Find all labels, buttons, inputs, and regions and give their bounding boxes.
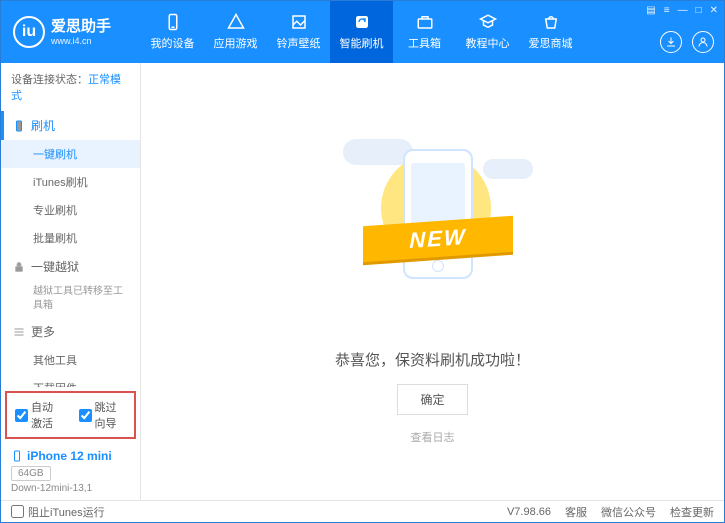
download-icon bbox=[665, 36, 677, 48]
nav-apps[interactable]: 应用游戏 bbox=[204, 1, 267, 63]
account-button[interactable] bbox=[692, 31, 714, 53]
store-icon bbox=[541, 13, 561, 31]
nav-store[interactable]: 爱思商城 bbox=[519, 1, 582, 63]
minimize-button[interactable]: — bbox=[678, 5, 688, 16]
app-title: 爱思助手 bbox=[51, 18, 111, 36]
device-storage-badge: 64GB bbox=[11, 466, 51, 481]
tutorial-icon bbox=[478, 13, 498, 31]
nav-ringtone[interactable]: 铃声壁纸 bbox=[267, 1, 330, 63]
customer-service-link[interactable]: 客服 bbox=[565, 504, 587, 520]
success-message: 恭喜您，保资料刷机成功啦！ bbox=[335, 349, 530, 370]
logo-area: iu 爱思助手 www.i4.cn bbox=[1, 16, 141, 48]
wallpaper-icon bbox=[289, 13, 309, 31]
phone-icon bbox=[13, 120, 25, 132]
flash-icon bbox=[352, 13, 372, 31]
nav-toolbox[interactable]: 工具箱 bbox=[393, 1, 456, 63]
nav-tutorial[interactable]: 教程中心 bbox=[456, 1, 519, 63]
toolbox-icon bbox=[415, 13, 435, 31]
close-button[interactable]: ✕ bbox=[710, 5, 718, 16]
lock-icon bbox=[13, 261, 25, 273]
sidebar-options-box: 自动激活 跳过向导 bbox=[5, 391, 136, 439]
version-label: V7.98.66 bbox=[507, 506, 551, 518]
sidebar: 设备连接状态：正常模式 刷机 一键刷机 iTunes刷机 专业刷机 批量刷机 一… bbox=[1, 63, 141, 500]
sidebar-item-download-firmware[interactable]: 下载固件 bbox=[1, 374, 140, 387]
success-illustration: NEW bbox=[333, 129, 533, 309]
phone-illustration-icon bbox=[403, 149, 473, 279]
sidebar-item-pro-flash[interactable]: 专业刷机 bbox=[1, 196, 140, 224]
pin-button[interactable]: ▤ bbox=[646, 5, 655, 16]
apps-icon bbox=[226, 13, 246, 31]
connection-status: 设备连接状态：正常模式 bbox=[1, 63, 140, 111]
block-itunes-checkbox[interactable]: 阻止iTunes运行 bbox=[11, 504, 105, 520]
maximize-button[interactable]: □ bbox=[696, 5, 702, 16]
main-content: NEW 恭喜您，保资料刷机成功啦！ 确定 查看日志 bbox=[141, 63, 724, 500]
logo-icon: iu bbox=[13, 16, 45, 48]
sidebar-group-more[interactable]: 更多 bbox=[1, 317, 140, 346]
nav-my-device[interactable]: 我的设备 bbox=[141, 1, 204, 63]
skin-button[interactable]: ≡ bbox=[664, 5, 670, 16]
check-update-link[interactable]: 检查更新 bbox=[670, 504, 714, 520]
nav-flash[interactable]: 智能刷机 bbox=[330, 1, 393, 63]
sidebar-item-other-tools[interactable]: 其他工具 bbox=[1, 346, 140, 374]
wechat-link[interactable]: 微信公众号 bbox=[601, 504, 656, 520]
window-controls: ▤ ≡ — □ ✕ bbox=[646, 5, 718, 16]
sidebar-group-flash[interactable]: 刷机 bbox=[1, 111, 140, 140]
app-header: iu 爱思助手 www.i4.cn 我的设备 应用游戏 铃声壁纸 智能刷机 工具… bbox=[1, 1, 724, 63]
device-detail: Down-12mini-13,1 bbox=[11, 483, 130, 494]
auto-activate-checkbox[interactable]: 自动激活 bbox=[15, 399, 63, 431]
app-url: www.i4.cn bbox=[51, 36, 111, 47]
main-nav: 我的设备 应用游戏 铃声壁纸 智能刷机 工具箱 教程中心 爱思商城 bbox=[141, 1, 582, 63]
status-bar: 阻止iTunes运行 V7.98.66 客服 微信公众号 检查更新 bbox=[1, 500, 724, 522]
user-icon bbox=[697, 36, 709, 48]
device-phone-icon bbox=[11, 449, 23, 463]
more-icon bbox=[13, 326, 25, 338]
device-info[interactable]: iPhone 12 mini 64GB Down-12mini-13,1 bbox=[1, 443, 140, 500]
sidebar-item-onekey-flash[interactable]: 一键刷机 bbox=[1, 140, 140, 168]
skip-guide-checkbox[interactable]: 跳过向导 bbox=[79, 399, 127, 431]
ok-button[interactable]: 确定 bbox=[397, 384, 467, 415]
sidebar-jailbreak-note: 越狱工具已转移至工具箱 bbox=[1, 281, 140, 317]
view-log-link[interactable]: 查看日志 bbox=[411, 429, 455, 445]
download-button[interactable] bbox=[660, 31, 682, 53]
sidebar-item-itunes-flash[interactable]: iTunes刷机 bbox=[1, 168, 140, 196]
sidebar-item-batch-flash[interactable]: 批量刷机 bbox=[1, 224, 140, 252]
device-icon bbox=[163, 13, 183, 31]
sidebar-group-jailbreak[interactable]: 一键越狱 bbox=[1, 252, 140, 281]
